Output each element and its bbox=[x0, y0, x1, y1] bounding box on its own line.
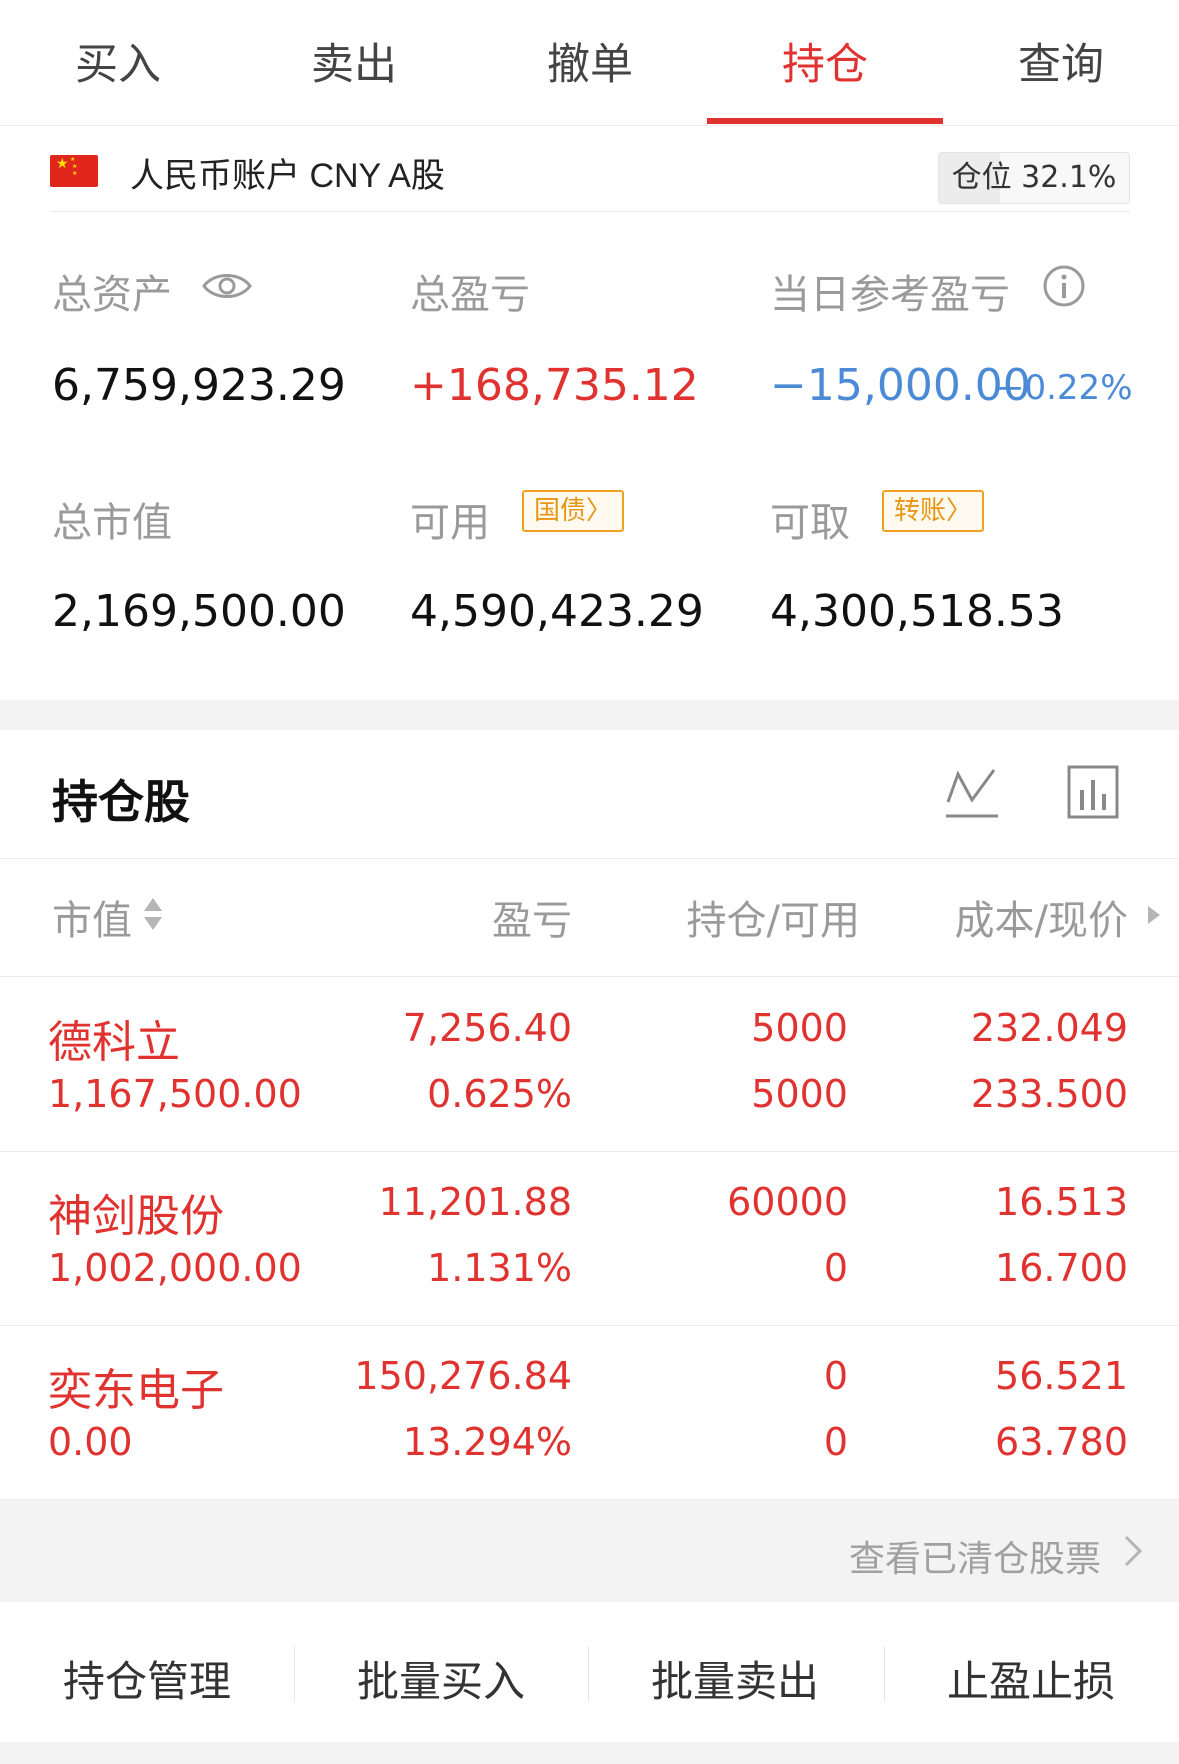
daily-pnl-percent: −0.22% bbox=[996, 368, 1133, 408]
account-name: 人民币账户 CNY A股 bbox=[130, 157, 445, 195]
holding-row[interactable]: 神剑股份 1,002,000.00 11,201.88 1.131% 60000… bbox=[0, 1152, 1179, 1326]
stock-cost: 16.513 bbox=[995, 1180, 1128, 1224]
sort-icon[interactable] bbox=[142, 896, 164, 932]
available-label: 可用 bbox=[410, 500, 490, 546]
stock-pnl: 150,276.84 bbox=[354, 1354, 572, 1398]
stock-cost: 56.521 bbox=[995, 1354, 1128, 1398]
position-management-button[interactable]: 持仓管理 bbox=[0, 1648, 294, 1709]
stock-available: 0 bbox=[823, 1246, 848, 1290]
total-assets-label: 总资产 bbox=[52, 272, 172, 318]
tab-query[interactable]: 查询 bbox=[943, 30, 1179, 100]
view-cleared-stocks-link[interactable]: 查看已清仓股票 bbox=[849, 1530, 1101, 1582]
total-pnl-value: +168,735.12 bbox=[410, 360, 699, 411]
chevron-right-icon[interactable] bbox=[1123, 1534, 1143, 1568]
bottom-action-bar: 持仓管理 批量买入 批量卖出 止盈止损 bbox=[0, 1602, 1179, 1742]
stock-name: 奕东电子 bbox=[48, 1365, 224, 1416]
stock-available: 0 bbox=[823, 1420, 848, 1464]
col-pnl: 盈亏 bbox=[492, 898, 572, 944]
trade-tab-bar: 买入 卖出 撤单 持仓 查询 bbox=[0, 0, 1179, 126]
stock-pnl-percent: 0.625% bbox=[427, 1072, 572, 1116]
transfer-pill-label: 转账 bbox=[894, 496, 947, 526]
holding-row[interactable]: 德科立 1,167,500.00 7,256.40 0.625% 5000 50… bbox=[0, 978, 1179, 1152]
stock-market-value: 1,167,500.00 bbox=[48, 1072, 302, 1116]
stock-pnl: 11,201.88 bbox=[378, 1180, 572, 1224]
total-assets-value: 6,759,923.29 bbox=[52, 360, 346, 411]
withdrawable-label: 可取 bbox=[770, 500, 850, 546]
col-market-value[interactable]: 市值 bbox=[52, 888, 132, 946]
stock-pnl: 7,256.40 bbox=[402, 1006, 572, 1050]
info-icon[interactable] bbox=[1042, 264, 1086, 308]
stock-position: 60000 bbox=[727, 1180, 848, 1224]
stock-name: 德科立 bbox=[48, 1017, 180, 1068]
treasury-bond-pill[interactable]: 国债〉 bbox=[522, 490, 625, 532]
eye-icon[interactable] bbox=[202, 268, 252, 304]
stock-position: 5000 bbox=[751, 1006, 848, 1050]
position-ratio-badge: 仓位 32.1% bbox=[938, 152, 1130, 204]
caret-right-icon[interactable] bbox=[1146, 904, 1162, 926]
batch-sell-button[interactable]: 批量卖出 bbox=[588, 1648, 882, 1709]
stock-name: 神剑股份 bbox=[48, 1191, 224, 1242]
account-row[interactable]: ★ ★ ★ ★ 人民币账户 CNY A股 仓位 32.1% bbox=[50, 138, 1130, 212]
cleared-stocks-band: 查看已清仓股票 bbox=[0, 1500, 1179, 1602]
trend-chart-icon[interactable] bbox=[944, 766, 1000, 820]
market-value-value: 2,169,500.00 bbox=[52, 586, 346, 637]
bottom-band bbox=[0, 1742, 1179, 1764]
tab-buy[interactable]: 买入 bbox=[0, 30, 236, 100]
stock-market-value: 0.00 bbox=[48, 1420, 133, 1464]
stock-price: 63.780 bbox=[995, 1420, 1128, 1464]
bar-chart-icon[interactable] bbox=[1066, 764, 1120, 820]
treasury-bond-pill-label: 国债 bbox=[534, 496, 587, 526]
holding-row[interactable]: 奕东电子 0.00 150,276.84 13.294% 0 0 56.521 … bbox=[0, 1326, 1179, 1500]
batch-buy-button[interactable]: 批量买入 bbox=[294, 1648, 588, 1709]
total-pnl-label: 总盈亏 bbox=[410, 272, 530, 318]
market-value-label: 总市值 bbox=[52, 500, 172, 546]
stock-cost: 232.049 bbox=[970, 1006, 1128, 1050]
col-position-available: 持仓/可用 bbox=[686, 898, 860, 944]
stock-pnl-percent: 1.131% bbox=[427, 1246, 572, 1290]
stock-price: 233.500 bbox=[970, 1072, 1128, 1116]
stop-profit-loss-button[interactable]: 止盈止损 bbox=[884, 1648, 1178, 1709]
stock-available: 5000 bbox=[751, 1072, 848, 1116]
tab-positions[interactable]: 持仓 bbox=[707, 30, 943, 100]
tab-sell[interactable]: 卖出 bbox=[236, 30, 472, 100]
transfer-pill[interactable]: 转账〉 bbox=[882, 490, 985, 532]
cn-flag-icon: ★ ★ ★ ★ bbox=[50, 155, 98, 187]
stock-market-value: 1,002,000.00 bbox=[48, 1246, 302, 1290]
chevron-right-icon: 〉 bbox=[586, 496, 613, 526]
section-gap bbox=[0, 700, 1179, 730]
stock-position: 0 bbox=[823, 1354, 848, 1398]
col-cost-price: 成本/现价 bbox=[954, 898, 1128, 944]
daily-pnl-label: 当日参考盈亏 bbox=[770, 272, 1010, 318]
holdings-title: 持仓股 bbox=[52, 775, 190, 829]
stock-price: 16.700 bbox=[995, 1246, 1128, 1290]
available-value: 4,590,423.29 bbox=[410, 586, 704, 637]
stock-pnl-percent: 13.294% bbox=[402, 1420, 572, 1464]
tab-cancel[interactable]: 撤单 bbox=[472, 30, 708, 100]
divider bbox=[0, 976, 1179, 977]
divider bbox=[0, 858, 1179, 859]
daily-pnl-value: −15,000.00 bbox=[770, 360, 1031, 411]
active-tab-indicator bbox=[707, 118, 943, 124]
withdrawable-value: 4,300,518.53 bbox=[770, 586, 1064, 637]
chevron-right-icon: 〉 bbox=[946, 496, 973, 526]
